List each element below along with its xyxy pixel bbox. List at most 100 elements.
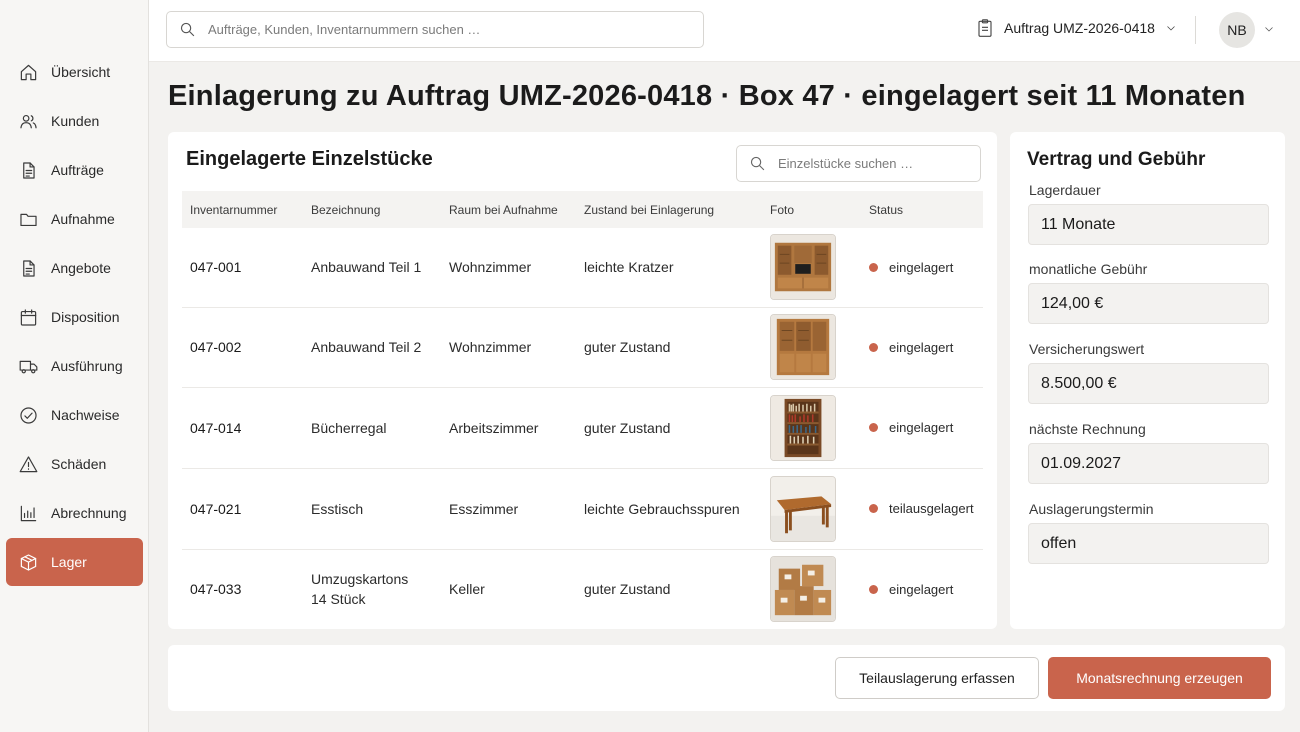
search-icon: [180, 22, 195, 37]
item-room: Wohnzimmer: [449, 259, 532, 276]
status-dot: [869, 584, 878, 594]
item-name: Anbauwand Teil 2: [311, 339, 422, 355]
chevron-down-icon: [1265, 27, 1273, 32]
item-condition: guter Zustand: [584, 581, 671, 598]
storage-duration-field[interactable]: 11 Monate: [1028, 204, 1269, 245]
table-row[interactable]: 047-002 Anbauwand Teil 2 Wohnzimmer gute…: [182, 307, 983, 387]
sidebar-item-uebersicht[interactable]: Übersicht: [6, 48, 143, 96]
column-header[interactable]: Status: [861, 191, 983, 228]
next-invoice-field[interactable]: 01.09.2027: [1028, 443, 1269, 484]
status-label: eingelagert: [889, 420, 954, 435]
sidebar: Übersicht Kunden Aufträge Aufnahme Angeb…: [0, 0, 149, 732]
item-room: Arbeitszimmer: [449, 419, 539, 436]
item-condition: leichte Kratzer: [584, 259, 674, 276]
photo-cell: [762, 468, 861, 549]
item-photo-bookshelf[interactable]: [770, 394, 836, 461]
item-room: Keller: [449, 581, 485, 598]
status-cell: eingelagert: [861, 228, 983, 307]
status-badge: eingelagert: [869, 582, 983, 597]
generate-monthly-invoice-button[interactable]: Monatsrechnung erzeugen: [1048, 657, 1271, 699]
sidebar-item-schaeden[interactable]: Schäden: [6, 440, 143, 488]
table-row[interactable]: 047-014 Bücherregal Arbeitszimmer guter …: [182, 387, 983, 468]
next-invoice-label: nächste Rechnung: [1029, 421, 1146, 437]
sidebar-item-label: Kunden: [51, 113, 100, 129]
topbar-divider: [1195, 16, 1196, 44]
photo-cell: [762, 387, 861, 468]
calendar-icon: [18, 307, 38, 327]
item-room: Esszimmer: [449, 500, 519, 517]
global-search[interactable]: [166, 11, 704, 48]
folder-icon: [18, 209, 38, 229]
item-condition: guter Zustand: [584, 419, 671, 436]
insurance-value-field[interactable]: 8.500,00 €: [1028, 363, 1269, 404]
sidebar-item-nachweise[interactable]: Nachweise: [6, 391, 143, 439]
status-cell: eingelagert: [861, 549, 983, 629]
item-photo-dining-table[interactable]: [770, 475, 836, 542]
sidebar-item-angebote[interactable]: Angebote: [6, 244, 143, 292]
order-switcher[interactable]: Auftrag UMZ-2026-0418: [976, 18, 1177, 38]
sidebar-item-label: Aufträge: [51, 162, 104, 178]
status-label: eingelagert: [889, 339, 954, 355]
status-label: eingelagert: [889, 259, 954, 275]
table-row[interactable]: 047-001 Anbauwand Teil 1 Wohnzimmer leic…: [182, 228, 983, 307]
photo-cell: [762, 549, 861, 629]
inventory-number: 047-001: [190, 259, 242, 276]
monthly-fee-label: monatliche Gebühr: [1029, 261, 1148, 277]
warning-icon: [18, 454, 38, 474]
user-avatar[interactable]: NB: [1219, 12, 1255, 48]
item-name: Bücherregal: [311, 419, 387, 436]
sidebar-item-label: Ausführung: [51, 358, 123, 374]
search-icon: [750, 156, 765, 171]
box-icon: [18, 552, 38, 572]
column-header[interactable]: Zustand bei Einlagerung: [576, 191, 762, 228]
retrieval-date-field[interactable]: offen: [1028, 523, 1269, 564]
table-row[interactable]: 047-033 Umzugskartons 14 Stück Keller gu…: [182, 549, 983, 629]
sidebar-item-abrechnung[interactable]: Abrechnung: [6, 489, 143, 537]
sidebar-nav: Übersicht Kunden Aufträge Aufnahme Angeb…: [6, 48, 143, 587]
stored-items-table: Inventarnummer Bezeichnung Raum bei Aufn…: [182, 191, 983, 629]
status-dot: [869, 262, 878, 272]
inventory-number: 047-033: [190, 581, 242, 598]
sidebar-item-ausfuehrung[interactable]: Ausführung: [6, 342, 143, 390]
sidebar-item-label: Übersicht: [51, 64, 111, 80]
sidebar-item-disposition[interactable]: Disposition: [6, 293, 143, 341]
partial-retrieval-button[interactable]: Teilauslagerung erfassen: [835, 657, 1039, 699]
item-name: Esstisch: [311, 500, 364, 517]
item-photo-moving-boxes[interactable]: [770, 556, 836, 623]
retrieval-date-label: Auslagerungstermin: [1029, 501, 1154, 517]
order-switcher-label: Auftrag UMZ-2026-0418: [1004, 20, 1155, 36]
status-label: teilausgelagert: [889, 501, 974, 516]
column-header[interactable]: Inventarnummer: [182, 191, 303, 228]
inventory-number: 047-002: [190, 339, 242, 355]
user-menu-toggle[interactable]: [1263, 22, 1275, 40]
sidebar-item-kunden[interactable]: Kunden: [6, 97, 143, 145]
column-header[interactable]: Bezeichnung: [303, 191, 441, 228]
sidebar-item-aufnahme[interactable]: Aufnahme: [6, 195, 143, 243]
sidebar-item-label: Schäden: [51, 456, 107, 472]
status-cell: eingelagert: [861, 387, 983, 468]
document-icon: [18, 160, 38, 180]
storage-duration-label: Lagerdauer: [1029, 182, 1101, 198]
table-row[interactable]: 047-021 Esstisch Esszimmer leichte Gebra…: [182, 468, 983, 549]
stored-items-title: Eingelagerte Einzelstücke: [186, 148, 433, 170]
item-name-cell: Umzugskartons 14 Stück: [303, 549, 441, 629]
sidebar-item-label: Nachweise: [51, 407, 120, 423]
monthly-fee-field[interactable]: 124,00 €: [1028, 283, 1269, 324]
insurance-value-label: Versicherungswert: [1029, 341, 1145, 357]
item-condition: guter Zustand: [584, 339, 671, 355]
sidebar-item-lager[interactable]: Lager: [6, 538, 143, 586]
sidebar-item-label: Aufnahme: [51, 211, 115, 227]
item-photo-cabinet[interactable]: [770, 314, 836, 380]
item-condition: leichte Gebrauchsspuren: [584, 500, 740, 517]
item-search-input[interactable]: [778, 156, 968, 171]
column-header[interactable]: Raum bei Aufnahme: [441, 191, 576, 228]
inventory-number: 047-021: [190, 500, 242, 517]
item-search[interactable]: [736, 145, 981, 182]
item-name: Anbauwand Teil 1: [311, 259, 422, 276]
sidebar-item-auftraege[interactable]: Aufträge: [6, 146, 143, 194]
global-search-input[interactable]: [208, 22, 668, 37]
home-icon: [18, 62, 38, 82]
item-photo-wall-unit[interactable]: [770, 234, 836, 301]
action-bar: Teilauslagerung erfassen Monatsrechnung …: [168, 645, 1285, 711]
status-badge: eingelagert: [869, 340, 983, 355]
